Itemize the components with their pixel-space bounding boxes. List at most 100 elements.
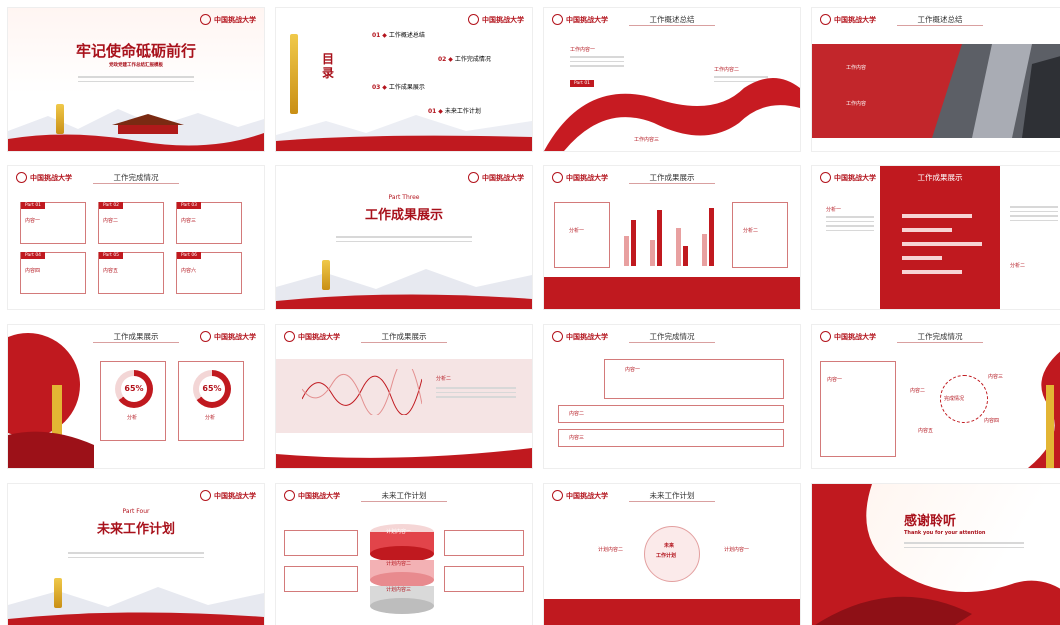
bar (902, 270, 962, 274)
plan-box-left-2 (284, 566, 358, 592)
content-box: 内容一 (820, 361, 896, 457)
bar (709, 208, 714, 266)
title-rule (93, 342, 179, 343)
slide-toc[interactable]: 中国挑战大学 目录 01 ◆ 工作概述总结 02 ◆ 工作完成情况 03 ◆ 工… (276, 8, 532, 151)
slide-title: 工作完成情况 (113, 173, 159, 182)
card-3[interactable]: Part 03 内容三 (176, 202, 242, 244)
part-label: Part Three (388, 194, 420, 201)
donut-value: 65% (124, 384, 144, 393)
toc-item-3[interactable]: 03 ◆ 工作成果展示 (372, 82, 425, 91)
slide-plan-circle[interactable]: 中国挑战大学 未来工作计划 未来 工作计划 计划内容二 计划内容一 (544, 484, 800, 625)
card-6[interactable]: Part 06 内容六 (176, 252, 242, 294)
center-text-2: 工作计划 (656, 553, 677, 559)
red-wave (276, 135, 532, 151)
slide-bar-chart[interactable]: 中国挑战大学 工作成果展示 分析一 分析二 (544, 166, 800, 309)
cylinder-illustration (370, 524, 434, 614)
toc-item-2[interactable]: 02 ◆ 工作完成情况 (438, 54, 491, 63)
card-badge: Part 06 (177, 252, 202, 259)
footer-band (544, 599, 800, 625)
content-label-2: 工作内容 (846, 101, 867, 107)
slide-title: 工作概述总结 (917, 15, 963, 24)
ribbon-illustration (812, 484, 1060, 625)
analysis-text (436, 387, 516, 401)
center-text-1: 未来 (664, 543, 675, 549)
slide-donuts[interactable]: 中国挑战大学 工作成果展示 65% 分析 65% 分析 (8, 325, 264, 468)
row-box-3[interactable]: 内容三 (558, 429, 784, 447)
cycle-label-5: 内容五 (918, 428, 934, 434)
slide-overview-photo[interactable]: 中国挑战大学 工作概述总结 工作内容 工作内容 (812, 8, 1060, 151)
slide-plan-cylinder[interactable]: 中国挑战大学 未来工作计划 计划内容一 计划内容二 计划内容三 (276, 484, 532, 625)
slide-completion-grid[interactable]: 中国挑战大学 工作完成情况 Part 01 内容一 Part 02 内容二 Part… (8, 166, 264, 309)
bar (702, 234, 707, 266)
toc-label: 工作成果展示 (388, 84, 425, 91)
card-1[interactable]: Part 01 内容一 (20, 202, 86, 244)
slide-part-four[interactable]: 中国挑战大学 Part Four 未来工作计划 (8, 484, 264, 625)
logo-text: 中国挑战大学 (482, 14, 524, 24)
toc-num: 01 (372, 32, 381, 39)
slide-thanks[interactable]: 感谢聆听 Thank you for your attention (812, 484, 1060, 625)
slide-line-chart[interactable]: 中国挑战大学 工作成果展示 分析二 (276, 325, 532, 468)
cycle-label-3: 内容三 (988, 374, 1004, 380)
plan-box-right-2 (444, 566, 524, 592)
slide-hbar-chart[interactable]: 中国挑战大学 工作成果展示 分析一 分析二 (812, 166, 1060, 309)
card-badge: Part 04 (21, 252, 46, 259)
card-badge: Part 03 (177, 202, 202, 209)
title-rule (629, 501, 715, 502)
analysis-box-2: 分析二 (732, 202, 788, 268)
slide-part-three[interactable]: 中国挑战大学 Part Three 工作成果展示 (276, 166, 532, 309)
cycle-center: 完成情况 (944, 396, 965, 402)
bar-chart (624, 208, 714, 266)
card-4[interactable]: Part 04 内容四 (20, 252, 86, 294)
plan-label-left: 计划内容二 (598, 547, 624, 553)
slide-title: 未来工作计划 (381, 491, 427, 500)
card-label: 内容二 (103, 218, 119, 224)
content-label-1: 工作内容一 (570, 47, 596, 53)
plan-label-2: 计划内容二 (386, 561, 412, 567)
title-rule (629, 25, 715, 26)
row-box-2[interactable]: 内容二 (558, 405, 784, 423)
bar (902, 242, 982, 246)
slide-overview-ribbon[interactable]: 中国挑战大学 工作概述总结 工作内容一 Part 01 工作内容二 工作内容三 (544, 8, 800, 151)
analysis-label-2: 分析二 (1010, 263, 1026, 269)
section-body-lines (336, 236, 472, 245)
logo: 中国挑战大学 (200, 490, 256, 501)
slide-title: 工作完成情况 (917, 332, 963, 341)
thanks-title: 感谢聆听 (904, 514, 957, 529)
toc-label: 工作完成情况 (454, 56, 491, 63)
analysis-label: 分析一 (569, 228, 585, 234)
slide-completion-rows[interactable]: 中国挑战大学 工作完成情况 内容一 内容二 内容三 (544, 325, 800, 468)
card-5[interactable]: Part 05 内容五 (98, 252, 164, 294)
slide-cover[interactable]: 中国挑战大学 牢记使命砥砺前行 党政党建工作总结汇报模板 (8, 8, 264, 151)
analysis-box-1: 分析一 (554, 202, 610, 268)
analysis-label: 分析二 (743, 228, 759, 234)
building-illustration (8, 333, 94, 468)
metric-card-2: 65% 分析 (178, 361, 244, 441)
logo: 中国挑战大学 (468, 172, 524, 183)
content-label: 内容一 (827, 377, 843, 383)
bar (902, 256, 942, 260)
row-label: 内容一 (625, 367, 641, 373)
slide-completion-cycle[interactable]: 中国挑战大学 工作完成情况 内容一 完成情况 内容二 内容三 内容四 内容五 (812, 325, 1060, 468)
slide-title: 未来工作计划 (649, 491, 695, 500)
title-rule (897, 342, 983, 343)
analysis-label: 分析二 (436, 376, 452, 382)
bar (650, 240, 655, 266)
logo-text: 中国挑战大学 (214, 14, 256, 24)
title-rule (361, 501, 447, 502)
row-label: 内容二 (569, 411, 585, 417)
plan-box-left-1 (284, 530, 358, 556)
row-box-1[interactable]: 内容一 (604, 359, 784, 399)
section-body-lines (68, 552, 204, 561)
bar (902, 214, 972, 218)
bar (676, 228, 681, 266)
card-2[interactable]: Part 02 内容二 (98, 202, 164, 244)
analysis-text-2 (1010, 206, 1058, 224)
card-badge: Part 01 (21, 202, 46, 209)
slide-title: 工作成果展示 (381, 332, 427, 341)
donut-value: 65% (202, 384, 222, 393)
cycle-label-2: 内容二 (910, 388, 926, 394)
title-rule (629, 342, 715, 343)
toc-item-1[interactable]: 01 ◆ 工作概述总结 (372, 30, 425, 39)
slide-title: 工作概述总结 (649, 15, 695, 24)
metric-label: 分析 (127, 415, 138, 421)
